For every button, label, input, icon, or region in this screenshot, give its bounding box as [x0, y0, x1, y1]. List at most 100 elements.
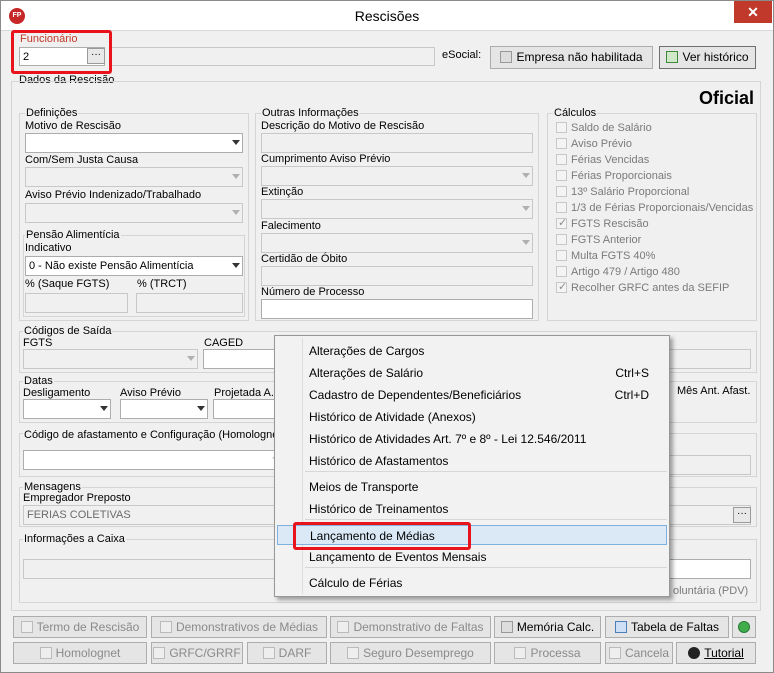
- unchecked-box-icon: [556, 202, 567, 213]
- menu-item-label: Histórico de Afastamentos: [309, 454, 449, 468]
- unchecked-box-icon: [556, 186, 567, 197]
- falecimento-label: Falecimento: [261, 220, 321, 232]
- descricao-label: Descrição do Motivo de Rescisão: [261, 120, 425, 132]
- calculo-checkbox[interactable]: Saldo de Salário: [556, 122, 652, 134]
- calculo-label: 13º Salário Proporcional: [571, 186, 690, 198]
- empresa-nao-habilitada-button[interactable]: Empresa não habilitada: [490, 46, 653, 69]
- aviso-previo-date-label: Aviso Prévio: [120, 387, 181, 399]
- darf-button[interactable]: DARF: [247, 642, 327, 664]
- aviso-indenizado-select[interactable]: [25, 203, 243, 223]
- seguro-desemprego-button[interactable]: Seguro Desemprego: [330, 642, 491, 664]
- descricao-field: [261, 133, 533, 153]
- menu-item[interactable]: Meios de Transporte: [277, 477, 667, 497]
- calculo-checkbox[interactable]: Artigo 479 / Artigo 480: [556, 266, 680, 278]
- caixa-extra-field[interactable]: [669, 559, 751, 579]
- menu-item-shortcut: Ctrl+D: [614, 388, 649, 402]
- calculo-label: Recolher GRFC antes da SEFIP: [571, 282, 730, 294]
- refresh-button[interactable]: [732, 616, 756, 638]
- menu-item-label: Histórico de Atividades Art. 7º e 8º - L…: [309, 432, 587, 446]
- certidao-field: [261, 266, 533, 286]
- menu-item-shortcut: Ctrl+S: [615, 366, 649, 380]
- falecimento-select[interactable]: [261, 233, 533, 253]
- desligamento-date[interactable]: [23, 399, 111, 419]
- menu-item-label: Alterações de Cargos: [309, 344, 425, 358]
- printer-icon: [262, 647, 275, 659]
- calculo-checkbox[interactable]: 13º Salário Proporcional: [556, 186, 689, 198]
- unchecked-box-icon: [556, 154, 567, 165]
- pdv-label: oluntária (PDV): [673, 585, 749, 597]
- close-button[interactable]: ✕: [734, 1, 772, 23]
- unchecked-box-icon: [556, 266, 567, 277]
- context-menu: Alterações de Cargos Alterações de Salári…: [274, 335, 670, 597]
- menu-separator: [305, 567, 667, 568]
- cancela-button[interactable]: Cancela: [605, 642, 673, 664]
- indicativo-select[interactable]: 0 - Não existe Pensão Alimentícia: [25, 256, 243, 276]
- processo-input[interactable]: [261, 299, 533, 319]
- motivo-select[interactable]: [25, 133, 243, 153]
- pensao-title: Pensão Alimentícia: [25, 229, 121, 241]
- unchecked-box-icon: [556, 122, 567, 133]
- calculo-checkbox[interactable]: Aviso Prévio: [556, 138, 632, 150]
- cumprimento-label: Cumprimento Aviso Prévio: [261, 153, 391, 165]
- mensagens-lookup-button[interactable]: ···: [733, 507, 751, 523]
- menu-item[interactable]: Alterações de Salário Ctrl+S: [277, 363, 667, 383]
- saque-fgts-input[interactable]: [25, 293, 128, 313]
- menu-item-label: Cálculo de Férias: [309, 576, 403, 590]
- calculo-checkbox[interactable]: Recolher GRFC antes da SEFIP: [556, 280, 730, 294]
- caixa-field: [23, 559, 283, 579]
- menu-item[interactable]: Cadastro de Dependentes/Beneficiários Ctr…: [277, 385, 667, 405]
- printer-icon: [337, 621, 350, 633]
- funcionario-name-field: [109, 47, 435, 66]
- caixa-title: Informações a Caixa: [23, 533, 126, 545]
- extincao-select[interactable]: [261, 199, 533, 219]
- afastamento-select[interactable]: [23, 450, 283, 470]
- menu-item[interactable]: Cálculo de Férias: [277, 573, 667, 593]
- codigo-extra-field: [669, 349, 751, 369]
- menu-item[interactable]: Histórico de Afastamentos: [277, 451, 667, 471]
- menu-item[interactable]: Histórico de Atividade (Anexos): [277, 407, 667, 427]
- menu-item[interactable]: Alterações de Cargos: [277, 341, 667, 361]
- termo-rescisao-button[interactable]: Termo de Rescisão: [13, 616, 147, 638]
- calculo-label: Multa FGTS 40%: [571, 250, 656, 262]
- fgts-select[interactable]: [23, 349, 198, 369]
- calculo-checkbox[interactable]: Multa FGTS 40%: [556, 250, 655, 262]
- calculo-checkbox[interactable]: FGTS Anterior: [556, 234, 641, 246]
- esocial-label: eSocial:: [442, 49, 482, 61]
- aviso-previo-date[interactable]: [120, 399, 208, 419]
- calculo-checkbox[interactable]: Férias Vencidas: [556, 154, 649, 166]
- printer-icon: [153, 647, 166, 659]
- trct-label: % (TRCT): [137, 278, 187, 290]
- unchecked-box-icon: [556, 170, 567, 181]
- caged-label: CAGED: [204, 337, 244, 349]
- mes-ant-afast-label: Mês Ant. Afast.: [677, 385, 751, 397]
- aviso-indenizado-label: Aviso Prévio Indenizado/Trabalhado: [25, 189, 202, 201]
- homolognet-button[interactable]: Homolognet: [13, 642, 147, 664]
- memoria-calc-button[interactable]: Memória Calc.: [494, 616, 601, 638]
- justa-causa-select[interactable]: [25, 167, 243, 187]
- calculos-title: Cálculos: [553, 107, 598, 119]
- title-bar: FP Rescisões ✕: [1, 1, 773, 31]
- calculo-checkbox[interactable]: 1/3 de Férias Proporcionais/Vencidas: [556, 202, 753, 214]
- menu-item[interactable]: Histórico de Treinamentos: [277, 499, 667, 519]
- processa-button[interactable]: Processa: [494, 642, 601, 664]
- unchecked-box-icon: [556, 138, 567, 149]
- demonstrativo-faltas-button[interactable]: Demonstrativo de Faltas: [330, 616, 491, 638]
- definicoes-title: Definições: [25, 107, 79, 119]
- unchecked-box-icon: [556, 234, 567, 245]
- caged-select[interactable]: [203, 349, 283, 369]
- cancel-icon: [608, 647, 621, 659]
- grfc-grrf-button[interactable]: GRFC/GRRF: [151, 642, 243, 664]
- ver-historico-button[interactable]: Ver histórico: [659, 46, 756, 69]
- trct-input[interactable]: [136, 293, 243, 313]
- calculo-checkbox[interactable]: Férias Proporcionais: [556, 170, 672, 182]
- demonstrativos-medias-button[interactable]: Demonstrativos de Médias: [151, 616, 327, 638]
- menu-item[interactable]: Lançamento de Eventos Mensais: [277, 547, 667, 567]
- menu-item-label: Meios de Transporte: [309, 480, 419, 494]
- projetada-date[interactable]: [213, 399, 283, 419]
- cumprimento-select[interactable]: [261, 166, 533, 186]
- menu-item[interactable]: Histórico de Atividades Art. 7º e 8º - L…: [277, 429, 667, 449]
- tabela-faltas-button[interactable]: Tabela de Faltas: [605, 616, 729, 638]
- tutorial-button[interactable]: Tutorial: [676, 642, 756, 664]
- save-icon: [39, 647, 52, 659]
- calculo-checkbox[interactable]: FGTS Rescisão: [556, 216, 649, 230]
